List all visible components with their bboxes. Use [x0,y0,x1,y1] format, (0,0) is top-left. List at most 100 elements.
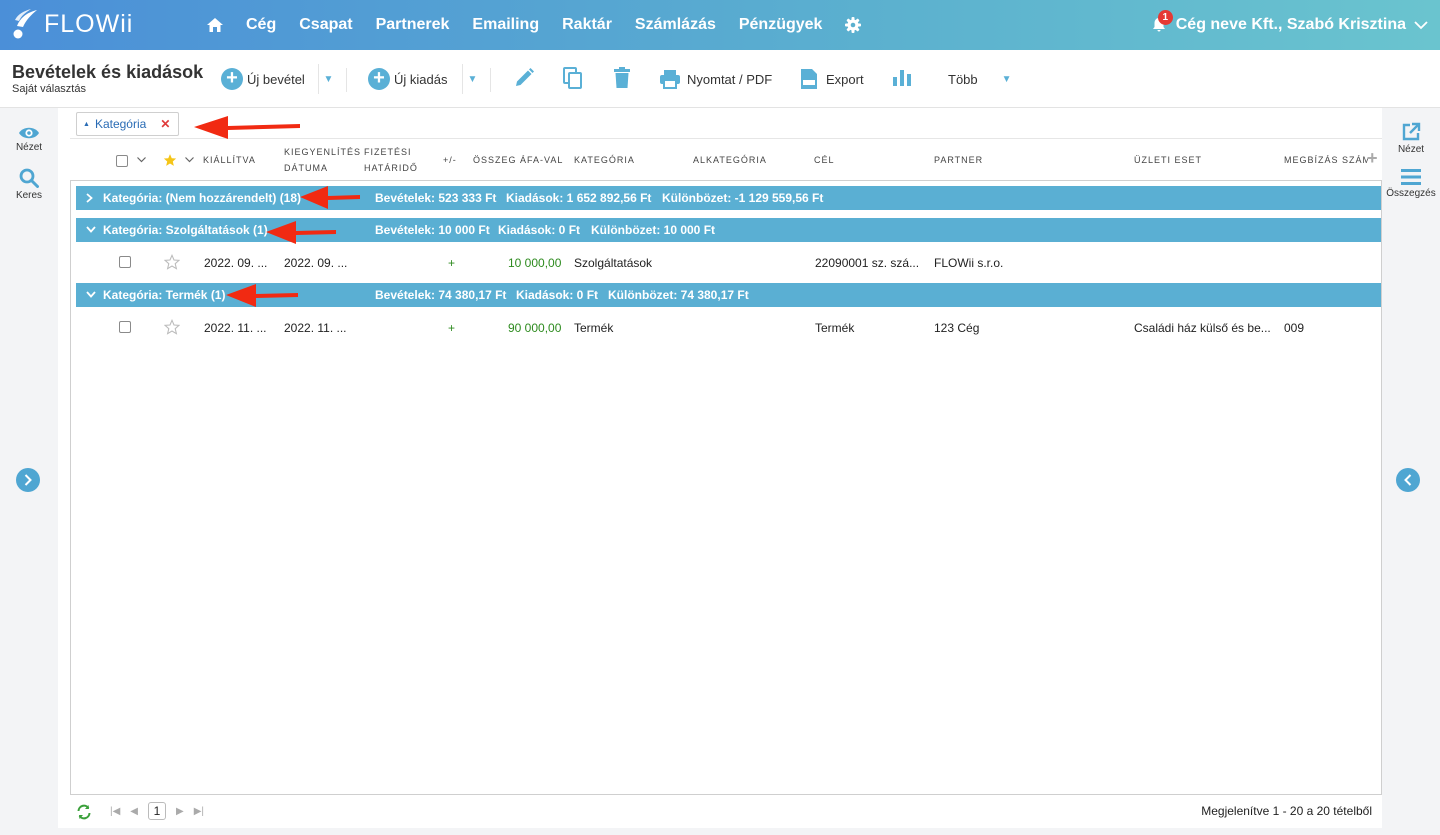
nav-item-ceg[interactable]: Cég [246,16,276,34]
star-filled-icon[interactable] [163,153,177,167]
group-income: Bevételek: 523 333 Ft [375,191,497,205]
last-page-icon[interactable]: ▶| [194,806,204,817]
data-grid: Kategória: (Nem hozzárendelt) (18) Bevét… [70,180,1382,795]
chevron-down-icon[interactable] [1414,20,1428,30]
view-toggle[interactable]: Nézet [0,126,58,153]
chevron-down-icon[interactable] [137,157,146,163]
cell-settled: 2022. 11. ... [284,321,347,335]
column-settlement[interactable]: Kiegyenlítés dátuma [284,144,361,176]
prev-page-icon[interactable]: ◀ [130,806,138,817]
column-due-date[interactable]: Fizetési határidő [364,144,418,176]
search-icon [19,168,39,188]
select-all-checkbox[interactable] [116,155,128,167]
page-subtitle[interactable]: Saját választás [12,83,86,95]
brand-logo[interactable]: FLOWii [12,7,133,41]
page-title: Bevételek és kiadások [12,62,204,82]
pagination: |◀ ◀ 1 ▶ ▶| [110,802,214,820]
group-row-unassigned[interactable]: Kategória: (Nem hozzárendelt) (18) Bevét… [76,186,1381,210]
gear-icon[interactable] [845,17,862,33]
cell-amount: 10 000,00 [508,256,562,270]
group-row-services[interactable]: Kategória: Szolgáltatások (1) Bevételek:… [76,218,1381,242]
group-income: Bevételek: 10 000 Ft [375,223,490,237]
chevron-down-icon[interactable] [86,291,96,298]
column-business-case[interactable]: Üzleti eset [1134,152,1202,168]
star-outline-icon[interactable] [164,319,180,335]
page-number-input[interactable]: 1 [148,802,166,820]
user-menu[interactable]: 1 Cég neve Kft., Szabó Krisztina [1152,0,1428,50]
more-button[interactable]: Több ▼ [948,64,1012,94]
cell-sign: + [448,256,456,270]
bar-chart-icon[interactable] [892,67,912,87]
right-side-panel: Nézet Összegzés [1382,108,1440,835]
trash-icon[interactable] [612,67,632,89]
column-sign[interactable]: +/- [443,152,457,168]
new-income-dropdown[interactable]: ▼ [318,64,338,94]
search-label: Keres [15,190,43,201]
column-subcategory[interactable]: Alkategória [693,152,767,168]
nav-item-emailing[interactable]: Emailing [472,16,539,34]
open-view-button[interactable]: Nézet [1382,122,1440,155]
left-side-panel: Nézet Keres [0,108,58,835]
table-row[interactable]: 2022. 09. ... 2022. 09. ... + 10 000,00 … [71,246,1381,280]
right-view-label: Nézet [1397,144,1425,155]
chevron-down-icon[interactable] [185,157,194,163]
group-label: Kategória: Szolgáltatások (1) [103,223,268,237]
summary-label: Összegzés [1386,188,1436,199]
copy-icon[interactable] [562,67,584,89]
record-summary: Megjelenítve 1 - 20 a 20 tételből [1201,804,1372,818]
print-label: Nyomtat / PDF [687,71,773,87]
search-toggle[interactable]: Keres [0,168,58,201]
remove-group-icon[interactable]: ✕ [160,117,170,131]
home-icon[interactable] [206,17,224,33]
toolbar-divider [490,68,491,92]
table-row[interactable]: 2022. 11. ... 2022. 11. ... + 90 000,00 … [71,311,1381,345]
column-header-row: Kiállítva Kiegyenlítés dátuma Fizetési h… [70,138,1382,180]
cell-order: 009 [1284,321,1305,335]
chevron-right-icon[interactable] [86,193,93,203]
row-checkbox[interactable] [119,256,131,268]
column-partner[interactable]: Partner [934,152,983,168]
chevron-down-icon[interactable] [86,226,96,233]
column-order-number[interactable]: Megbízás szám [1284,152,1368,168]
first-page-icon[interactable]: |◀ [110,806,120,817]
group-row-product[interactable]: Kategória: Termék (1) Bevételek: 74 380,… [76,283,1381,307]
new-expense-button[interactable]: + Új kiadás [368,64,447,94]
column-purpose[interactable]: Cél [814,152,835,168]
nav-item-szamlazas[interactable]: Számlázás [635,16,716,34]
new-expense-dropdown[interactable]: ▼ [462,64,482,94]
expand-panel-button[interactable] [16,468,40,492]
group-income: Bevételek: 74 380,17 Ft [375,288,507,302]
refresh-icon[interactable] [76,804,92,820]
notification-badge: 1 [1157,10,1173,25]
chevron-right-icon [24,474,32,486]
edit-pencil-icon[interactable] [513,67,535,89]
group-by-chip[interactable]: ▲ Kategória ✕ [76,112,180,136]
cell-category: Termék [574,321,614,335]
cell-case: Családi ház külső és be... [1134,321,1271,335]
nav-item-penzugyek[interactable]: Pénzügyek [739,16,823,34]
add-column-icon[interactable]: + [1367,148,1378,169]
nav-item-raktar[interactable]: Raktár [562,16,612,34]
column-due-line2: határidő [364,163,418,173]
column-issued[interactable]: Kiállítva [203,152,256,168]
column-due-line1: Fizetési [364,147,412,157]
view-label: Nézet [15,142,43,153]
print-pdf-button[interactable]: Nyomtat / PDF [659,64,772,94]
star-outline-icon[interactable] [164,254,180,270]
column-gross-amount[interactable]: Összeg ÁFA-val [473,152,563,168]
collapse-panel-button[interactable] [1396,468,1420,492]
export-button[interactable]: Export [800,64,864,94]
nav-item-csapat[interactable]: Csapat [299,16,352,34]
column-category[interactable]: Kategória [574,152,635,168]
flowii-logo-icon [13,9,37,39]
bell-icon[interactable]: 1 [1152,10,1173,33]
nav-item-partnerek[interactable]: Partnerek [376,16,450,34]
user-name[interactable]: Cég neve Kft., Szabó Krisztina [1176,16,1406,34]
summary-button[interactable]: Összegzés [1382,168,1440,199]
new-income-button[interactable]: + Új bevétel [221,64,305,94]
next-page-icon[interactable]: ▶ [176,806,184,817]
group-label: Kategória: Termék (1) [103,288,226,302]
grid-footer: |◀ ◀ 1 ▶ ▶| Megjelenítve 1 - 20 a 20 tét… [70,798,1382,828]
row-checkbox[interactable] [119,321,131,333]
main-content: ▲ Kategória ✕ Kiállítva Kiegyenlítés dát… [58,108,1382,828]
